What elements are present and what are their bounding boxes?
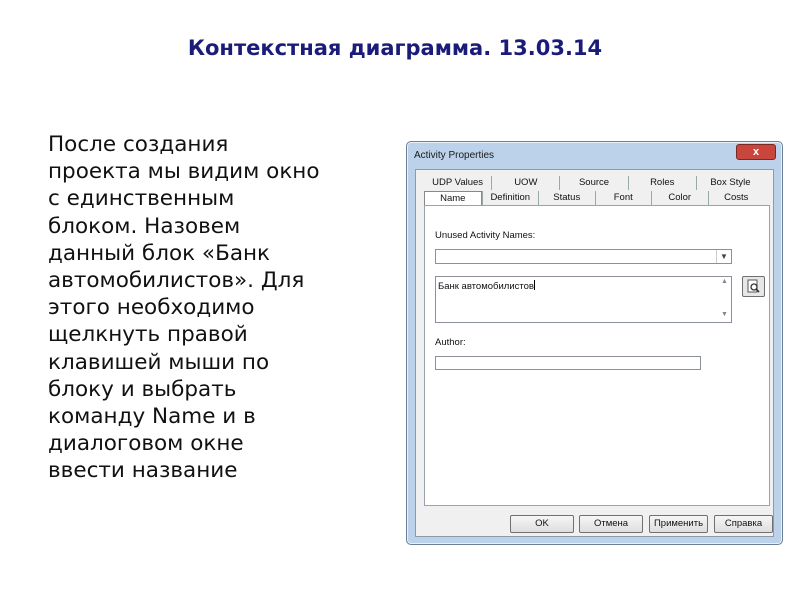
tab-box-style[interactable]: Box Style: [695, 176, 764, 190]
body-line: проекта мы видим окно: [48, 159, 320, 185]
close-button[interactable]: x: [736, 144, 776, 160]
close-icon: x: [752, 146, 760, 158]
body-line: этого необходимо: [48, 295, 255, 321]
ok-button[interactable]: OK: [510, 515, 574, 533]
activity-name-textarea[interactable]: Банк автомобилистов ▲ ▼: [435, 276, 732, 323]
body-line: блоку и выбрать: [48, 376, 237, 402]
tab-font[interactable]: Font: [594, 191, 652, 205]
text-caret: [533, 280, 535, 290]
unused-names-label: Unused Activity Names:: [435, 230, 536, 241]
body-line: команду Name и в: [48, 404, 256, 430]
tab-roles[interactable]: Roles: [627, 176, 696, 190]
tab-row-bottom: Name Definition Status Font Color Costs: [424, 191, 764, 205]
unused-names-combo[interactable]: ▼: [435, 249, 732, 264]
slide-body-text: После создания проекта мы видим окно с е…: [48, 131, 398, 485]
name-tab-panel: Unused Activity Names: ▼ Банк автомобили…: [424, 205, 770, 506]
tab-name[interactable]: Name: [424, 191, 482, 205]
tab-definition[interactable]: Definition: [481, 191, 539, 205]
scroll-up-icon[interactable]: ▲: [721, 278, 728, 285]
activity-name-value: Банк автомобилистов: [438, 281, 534, 292]
help-button[interactable]: Справка: [714, 515, 773, 533]
body-line: диалоговом окне: [48, 431, 244, 457]
tab-source[interactable]: Source: [559, 176, 627, 190]
tab-uow[interactable]: UOW: [491, 176, 559, 190]
body-line: блоком. Назовем: [48, 213, 241, 239]
body-line: ввести название: [48, 458, 238, 484]
scroll-down-icon[interactable]: ▼: [721, 311, 728, 318]
tab-costs[interactable]: Costs: [707, 191, 765, 205]
dialog-client-area: UDP Values UOW Source Roles Box Style Na…: [415, 169, 774, 537]
magnifier-document-icon: [747, 279, 760, 293]
body-line: щелкнуть правой: [48, 322, 248, 348]
tab-udp-values[interactable]: UDP Values: [424, 176, 491, 190]
author-input[interactable]: [435, 356, 701, 370]
tab-color[interactable]: Color: [651, 191, 708, 205]
dialog-title: Activity Properties: [414, 150, 495, 161]
browse-names-button[interactable]: [742, 276, 765, 297]
chevron-down-icon[interactable]: ▼: [716, 250, 731, 263]
body-line: с единственным: [48, 186, 235, 212]
tab-status[interactable]: Status: [538, 191, 595, 205]
body-line: После создания: [48, 132, 229, 157]
dialog-titlebar[interactable]: Activity Properties x: [407, 142, 782, 168]
body-line: клавишей мыши по: [48, 349, 270, 375]
tab-row-top: UDP Values UOW Source Roles Box Style: [424, 176, 764, 190]
slide-title: Контекстная диаграмма. 13.03.14: [187, 36, 603, 60]
apply-button[interactable]: Применить: [649, 515, 708, 533]
activity-properties-dialog: Activity Properties x UDP Values UOW Sou…: [406, 141, 783, 545]
textarea-scrollbar[interactable]: ▲ ▼: [719, 277, 731, 322]
cancel-button[interactable]: Отмена: [579, 515, 643, 533]
author-label: Author:: [435, 337, 466, 348]
body-line: данный блок «Банк: [48, 240, 271, 266]
body-line: автомобилистов». Для: [48, 268, 305, 294]
